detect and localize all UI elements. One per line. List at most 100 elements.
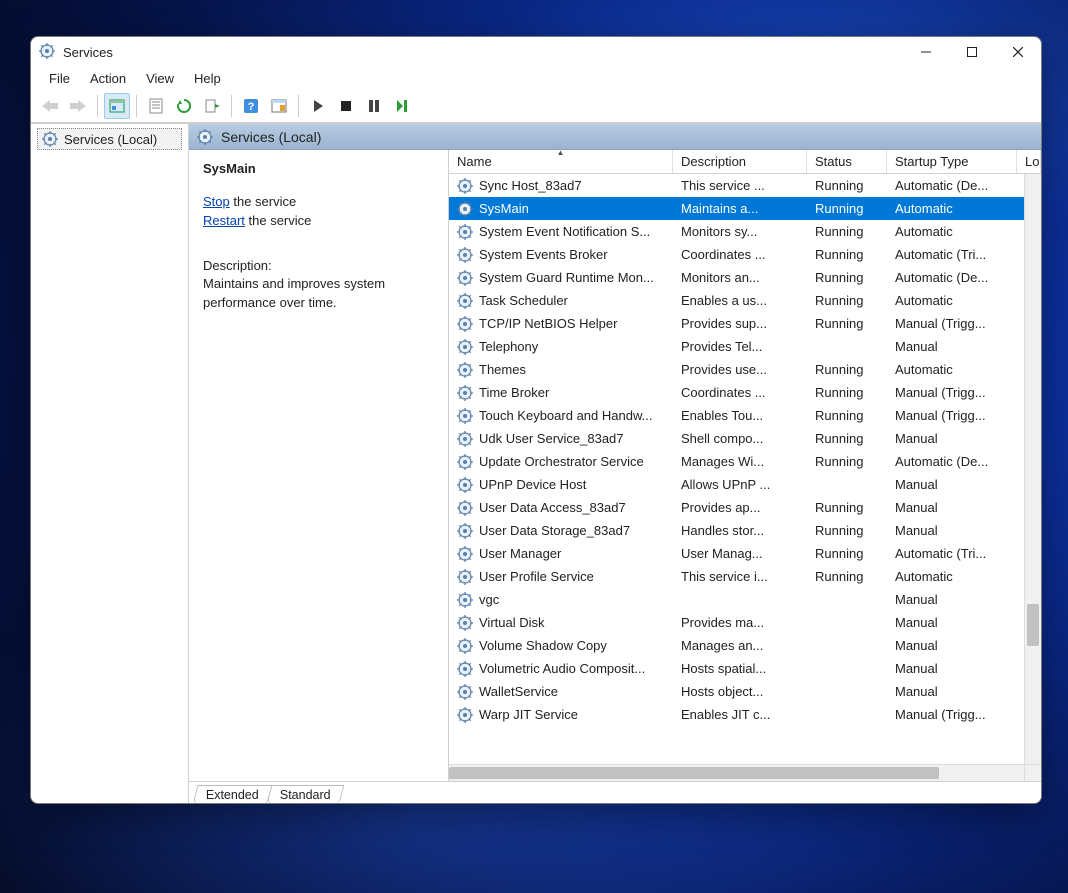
service-startup-cell: Manual (Trigg...	[887, 385, 1017, 400]
service-name-cell: System Event Notification S...	[479, 224, 650, 239]
service-desc-cell: Hosts object...	[673, 684, 807, 699]
service-desc-cell: User Manag...	[673, 546, 807, 561]
services-window: Services File Action View Help ?	[30, 36, 1042, 804]
forward-button[interactable]	[65, 93, 91, 119]
service-rows[interactable]: Sync Host_83ad7This service ...RunningAu…	[449, 174, 1041, 781]
service-row[interactable]: User Profile ServiceThis service i...Run…	[449, 565, 1041, 588]
col-name[interactable]: Name▲	[449, 150, 673, 173]
pause-icon	[368, 99, 380, 113]
menu-file[interactable]: File	[41, 69, 78, 88]
service-startup-cell: Manual (Trigg...	[887, 408, 1017, 423]
service-row[interactable]: Virtual DiskProvides ma...ManualLoc	[449, 611, 1041, 634]
description-text: Maintains and improves system performanc…	[203, 275, 434, 313]
service-row[interactable]: SysMainMaintains a...RunningAutomaticLoc	[449, 197, 1041, 220]
minimize-button[interactable]	[903, 37, 949, 67]
stop-service-button[interactable]	[333, 93, 359, 119]
vertical-scroll-thumb[interactable]	[1027, 604, 1039, 646]
play-icon	[312, 99, 324, 113]
close-icon	[1013, 47, 1023, 57]
horizontal-scrollbar[interactable]	[449, 764, 1024, 781]
service-row[interactable]: ThemesProvides use...RunningAutomaticLoc	[449, 358, 1041, 381]
tab-standard[interactable]: Standard	[266, 785, 343, 804]
pause-service-button[interactable]	[361, 93, 387, 119]
service-row[interactable]: Volume Shadow CopyManages an...ManualLoc	[449, 634, 1041, 657]
restart-service-link[interactable]: Restart	[203, 213, 245, 228]
service-row[interactable]: Task SchedulerEnables a us...RunningAuto…	[449, 289, 1041, 312]
service-name-cell: System Events Broker	[479, 247, 608, 262]
arrow-left-icon	[42, 99, 58, 113]
service-row[interactable]: WalletServiceHosts object...ManualLoc	[449, 680, 1041, 703]
description-label: Description:	[203, 257, 434, 276]
service-startup-cell: Automatic	[887, 293, 1017, 308]
tab-extended[interactable]: Extended	[193, 785, 273, 804]
svg-text:?: ?	[248, 101, 255, 113]
service-row[interactable]: System Event Notification S...Monitors s…	[449, 220, 1041, 243]
tree-root-item[interactable]: Services (Local)	[37, 128, 182, 150]
service-row[interactable]: User Data Access_83ad7Provides ap...Runn…	[449, 496, 1041, 519]
service-startup-cell: Automatic (Tri...	[887, 247, 1017, 262]
scroll-corner	[1024, 764, 1041, 781]
service-row[interactable]: Volumetric Audio Composit...Hosts spatia…	[449, 657, 1041, 680]
horizontal-scroll-thumb[interactable]	[449, 767, 939, 779]
gear-icon	[457, 707, 473, 723]
service-desc-cell: Handles stor...	[673, 523, 807, 538]
service-status-cell: Running	[807, 408, 887, 423]
service-row[interactable]: Udk User Service_83ad7Shell compo...Runn…	[449, 427, 1041, 450]
service-desc-cell: Coordinates ...	[673, 385, 807, 400]
gear-icon	[457, 339, 473, 355]
service-desc-cell: Enables Tou...	[673, 408, 807, 423]
refresh-button[interactable]	[171, 93, 197, 119]
service-row[interactable]: vgcManualLoc	[449, 588, 1041, 611]
close-button[interactable]	[995, 37, 1041, 67]
service-status-cell: Running	[807, 523, 887, 538]
restart-service-button[interactable]	[389, 93, 415, 119]
service-startup-cell: Automatic (De...	[887, 270, 1017, 285]
properties-button[interactable]	[143, 93, 169, 119]
menu-action[interactable]: Action	[82, 69, 134, 88]
view-tabs: Extended Standard	[189, 781, 1041, 803]
gear-icon	[457, 477, 473, 493]
service-row[interactable]: Warp JIT ServiceEnables JIT c...Manual (…	[449, 703, 1041, 726]
help-toolbar-button[interactable]: ?	[238, 93, 264, 119]
client-area: Services (Local) Services (Local) SysMai…	[31, 123, 1041, 803]
service-startup-cell: Automatic	[887, 569, 1017, 584]
service-row[interactable]: TelephonyProvides Tel...ManualNet	[449, 335, 1041, 358]
service-name-cell: Volumetric Audio Composit...	[479, 661, 645, 676]
stop-service-line: Stop the service	[203, 193, 434, 212]
gear-icon	[457, 431, 473, 447]
col-status[interactable]: Status	[807, 150, 887, 173]
menu-help[interactable]: Help	[186, 69, 229, 88]
service-startup-cell: Automatic (De...	[887, 454, 1017, 469]
service-status-cell: Running	[807, 454, 887, 469]
back-button[interactable]	[37, 93, 63, 119]
col-logon[interactable]: Log	[1017, 150, 1041, 173]
service-row[interactable]: UPnP Device HostAllows UPnP ...ManualLoc	[449, 473, 1041, 496]
service-row[interactable]: User ManagerUser Manag...RunningAutomati…	[449, 542, 1041, 565]
service-name-cell: WalletService	[479, 684, 558, 699]
service-row[interactable]: Sync Host_83ad7This service ...RunningAu…	[449, 174, 1041, 197]
service-row[interactable]: System Guard Runtime Mon...Monitors an..…	[449, 266, 1041, 289]
maximize-button[interactable]	[949, 37, 995, 67]
vertical-scrollbar[interactable]	[1024, 174, 1041, 764]
service-row[interactable]: Update Orchestrator ServiceManages Wi...…	[449, 450, 1041, 473]
service-row[interactable]: Time BrokerCoordinates ...RunningManual …	[449, 381, 1041, 404]
col-description[interactable]: Description	[673, 150, 807, 173]
col-startup[interactable]: Startup Type	[887, 150, 1017, 173]
service-name-cell: User Profile Service	[479, 569, 594, 584]
service-name-cell: SysMain	[479, 201, 529, 216]
show-hide-action-button[interactable]	[266, 93, 292, 119]
export-button[interactable]	[199, 93, 225, 119]
show-hide-tree-button[interactable]	[104, 93, 130, 119]
gear-icon	[197, 129, 213, 145]
stop-service-link[interactable]: Stop	[203, 194, 230, 209]
start-service-button[interactable]	[305, 93, 331, 119]
service-row[interactable]: User Data Storage_83ad7Handles stor...Ru…	[449, 519, 1041, 542]
menu-view[interactable]: View	[138, 69, 182, 88]
detail-pane: SysMain Stop the service Restart the ser…	[189, 150, 449, 781]
service-row[interactable]: System Events BrokerCoordinates ...Runni…	[449, 243, 1041, 266]
service-status-cell: Running	[807, 270, 887, 285]
service-desc-cell: Maintains a...	[673, 201, 807, 216]
service-row[interactable]: TCP/IP NetBIOS HelperProvides sup...Runn…	[449, 312, 1041, 335]
service-row[interactable]: Touch Keyboard and Handw...Enables Tou..…	[449, 404, 1041, 427]
service-desc-cell: This service ...	[673, 178, 807, 193]
